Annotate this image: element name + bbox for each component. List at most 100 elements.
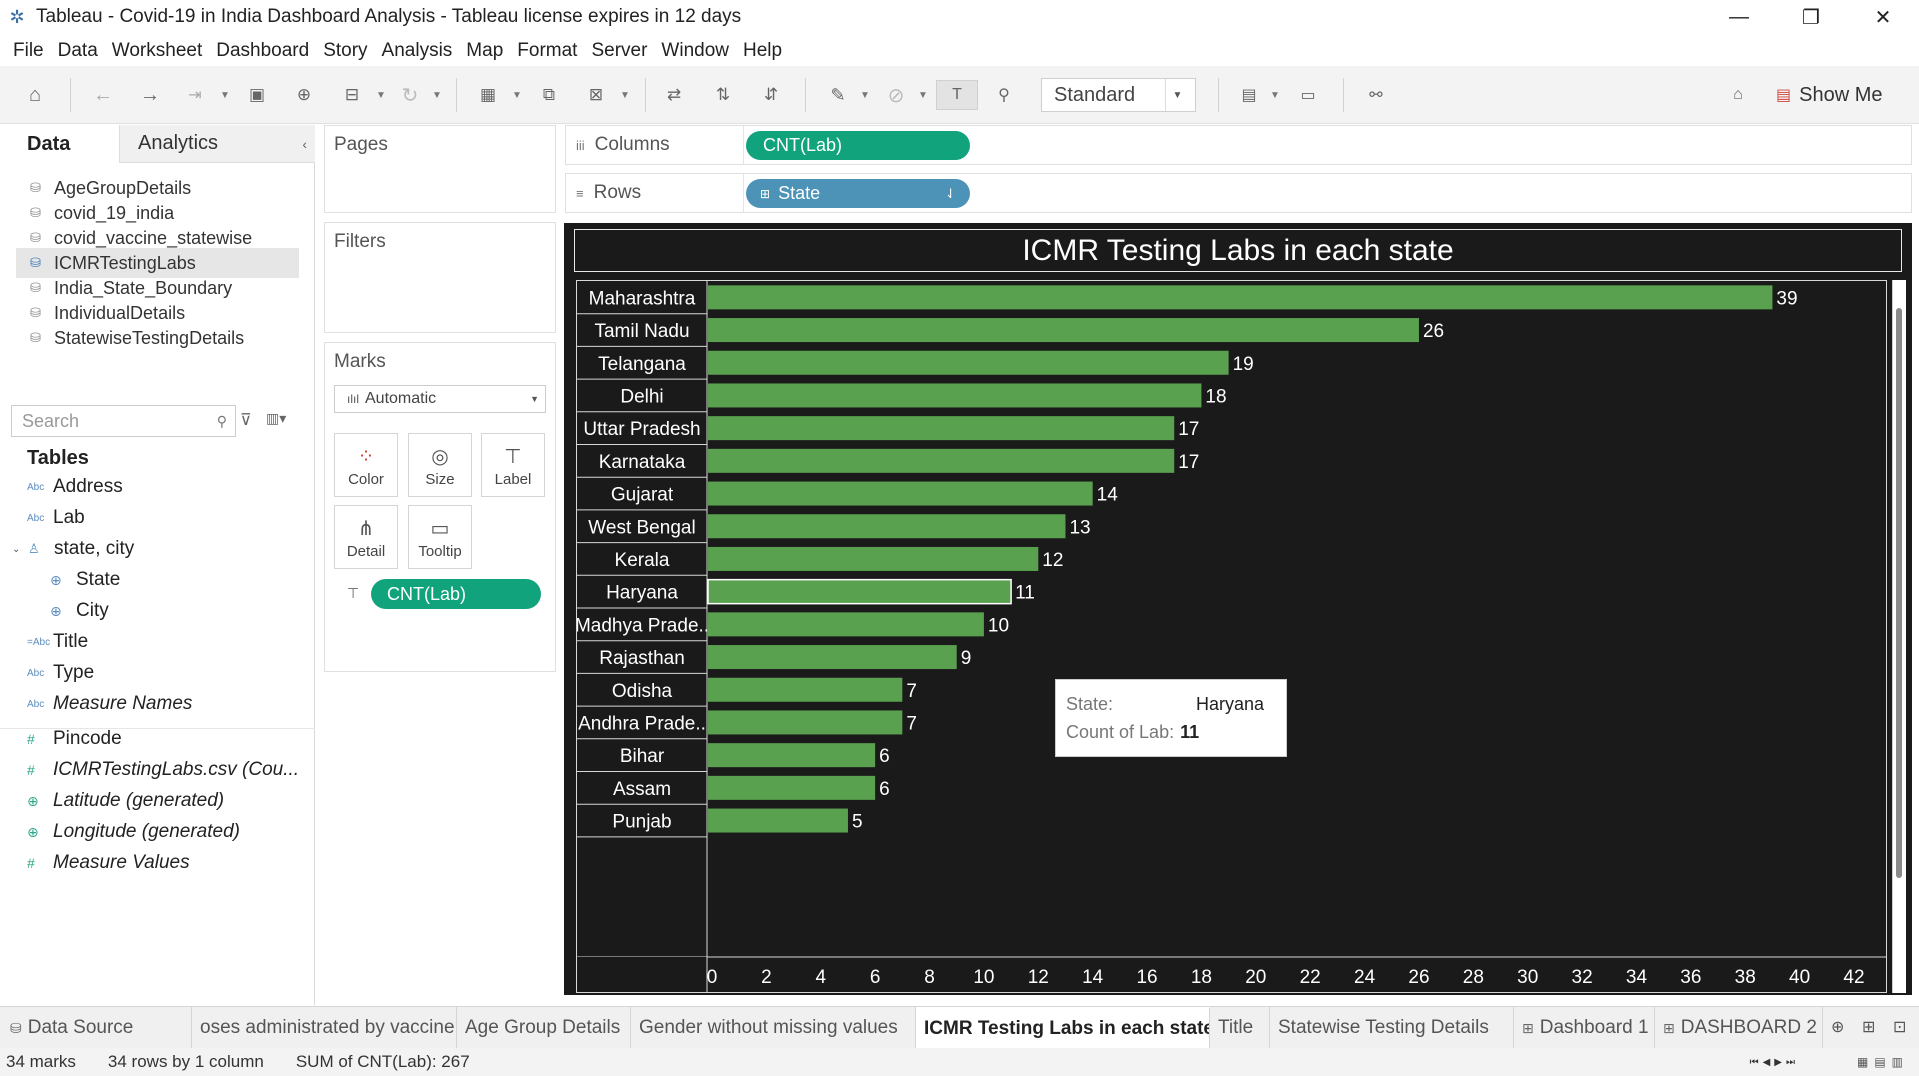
fit-dropdown[interactable]: Standard ▼	[1041, 78, 1196, 112]
bar[interactable]	[708, 808, 848, 833]
size-button[interactable]: ◎ Size	[408, 433, 472, 497]
color-button[interactable]: ⁘ Color	[334, 433, 398, 497]
menu-map[interactable]: Map	[459, 40, 510, 62]
menu-worksheet[interactable]: Worksheet	[105, 40, 209, 62]
refresh-icon[interactable]: ↻	[398, 80, 422, 110]
clear-caret-icon[interactable]: ▼	[620, 90, 630, 101]
tab-sheet[interactable]: Statewise Testing Details	[1270, 1007, 1514, 1049]
detail-button[interactable]: ⋔ Detail	[334, 505, 398, 569]
menu-story[interactable]: Story	[316, 40, 374, 62]
new-worksheet-icon[interactable]: ⊕	[1831, 1017, 1844, 1037]
chevron-down-icon[interactable]: ⌄	[12, 544, 28, 555]
tab-dashboard[interactable]: ⊞ Dashboard 1	[1514, 1007, 1655, 1049]
view-toggle-icon[interactable]: ▦▤▥	[1857, 1055, 1909, 1069]
save-icon[interactable]: ▣	[245, 80, 269, 110]
bar[interactable]	[708, 514, 1066, 539]
tooltip-button[interactable]: ▭ Tooltip	[408, 505, 472, 569]
new-worksheet-caret-icon[interactable]: ▼	[512, 90, 522, 101]
tab-dashboard[interactable]: ⊞ DASHBOARD 2	[1655, 1007, 1823, 1049]
field-title[interactable]: =Abc Title	[27, 628, 88, 656]
group-icon[interactable]: ⊘	[884, 80, 908, 110]
sort-ascending-icon[interactable]: ⇅	[711, 80, 735, 110]
mark-type-dropdown[interactable]: ılıl Automatic ▼	[334, 385, 546, 413]
menu-file[interactable]: File	[6, 40, 51, 62]
tab-data[interactable]: Data	[0, 125, 119, 163]
menu-data[interactable]: Data	[51, 40, 105, 62]
columns-shelf[interactable]: iii Columns CNT(Lab)	[565, 125, 1912, 165]
refresh-caret-icon[interactable]: ▼	[432, 90, 442, 101]
pause-updates-icon[interactable]: ⊟	[340, 80, 364, 110]
bar[interactable]	[708, 775, 876, 800]
share-icon[interactable]: ⚯	[1364, 80, 1388, 110]
tab-sheet[interactable]: oses administrated by vaccine	[192, 1007, 457, 1049]
search-input[interactable]: Search ⚲	[11, 405, 236, 437]
maximize-button[interactable]: ❐	[1775, 0, 1847, 34]
sort-descending-icon[interactable]: ⇵	[759, 80, 783, 110]
tab-sheet[interactable]: Gender without missing values	[631, 1007, 916, 1049]
filters-card[interactable]: Filters	[324, 222, 556, 333]
bar[interactable]	[708, 546, 1039, 571]
duplicate-icon[interactable]: ⧉	[537, 80, 561, 110]
menu-server[interactable]: Server	[584, 40, 654, 62]
field-state-city-hierarchy[interactable]: ⌄ ♙ state, city	[12, 535, 134, 563]
label-button[interactable]: ⊤ Label	[481, 433, 545, 497]
show-cards-icon[interactable]: ▤	[1237, 80, 1261, 110]
minimize-button[interactable]: —	[1703, 0, 1775, 34]
bar[interactable]	[708, 481, 1093, 506]
bar[interactable]	[708, 318, 1419, 343]
rows-shelf[interactable]: ≡ Rows ⊞ State ⇃	[565, 173, 1912, 213]
show-me-button[interactable]: ▤ Show Me	[1776, 80, 1883, 110]
columns-pill[interactable]: CNT(Lab)	[746, 131, 970, 160]
field-measure-names[interactable]: Abc Measure Names	[27, 690, 192, 718]
bar[interactable]	[707, 578, 1012, 605]
field-measure-values[interactable]: # Measure Values	[27, 849, 190, 877]
bar[interactable]	[708, 743, 876, 768]
expand-icon[interactable]: ⊞	[760, 187, 770, 201]
filter-icon[interactable]: ⊽	[240, 410, 252, 430]
menu-window[interactable]: Window	[654, 40, 736, 62]
field-type[interactable]: Abc Type	[27, 659, 94, 687]
menu-analysis[interactable]: Analysis	[375, 40, 460, 62]
bar[interactable]	[708, 350, 1229, 375]
field-pincode[interactable]: # Pincode	[27, 725, 122, 753]
collapse-pane-icon[interactable]: ‹	[302, 136, 307, 152]
bar[interactable]	[708, 416, 1175, 441]
bar[interactable]	[708, 612, 984, 637]
bar[interactable]	[708, 645, 957, 670]
swap-icon[interactable]: ⇄	[662, 80, 686, 110]
field-city[interactable]: ⊕ City	[50, 597, 109, 625]
data-source-item[interactable]: ⛁ StatewiseTestingDetails	[16, 323, 299, 353]
bar[interactable]	[708, 383, 1202, 408]
redo-icon[interactable]: →	[137, 80, 163, 110]
sheet-navigation-icon[interactable]: ⏮◀▶⏭	[1750, 1057, 1799, 1068]
bar[interactable]	[708, 710, 903, 735]
rows-pill[interactable]: ⊞ State ⇃	[746, 179, 970, 208]
undo-icon[interactable]: ←	[90, 80, 116, 110]
replay-icon[interactable]: ⇥	[183, 80, 207, 110]
new-dashboard-icon[interactable]: ⊞	[1862, 1017, 1875, 1037]
group-caret-icon[interactable]: ▼	[918, 90, 928, 101]
tab-sheet[interactable]: Age Group Details	[457, 1007, 631, 1049]
new-story-icon[interactable]: ⊡	[1893, 1017, 1906, 1037]
highlight-caret-icon[interactable]: ▼	[860, 90, 870, 101]
format-painter-icon[interactable]: ⌂	[1726, 80, 1750, 110]
new-data-source-icon[interactable]: ⊕	[292, 80, 316, 110]
show-cards-caret-icon[interactable]: ▼	[1270, 90, 1280, 101]
highlight-icon[interactable]: ✎	[826, 80, 850, 110]
field-record-count[interactable]: # ICMRTestingLabs.csv (Cou...	[27, 756, 299, 784]
view-options-icon[interactable]: ▥▾	[266, 410, 286, 427]
tab-analytics[interactable]: Analytics ‹	[119, 125, 315, 163]
pages-card[interactable]: Pages	[324, 125, 556, 213]
field-longitude[interactable]: ⊕ Longitude (generated)	[27, 818, 240, 846]
home-icon[interactable]: ⌂	[22, 80, 48, 110]
bar[interactable]	[708, 448, 1175, 473]
presentation-mode-icon[interactable]: ▭	[1296, 80, 1320, 110]
tab-sheet-active[interactable]: ICMR Testing Labs in each state	[916, 1007, 1210, 1049]
bar[interactable]	[708, 677, 903, 702]
close-button[interactable]: ✕	[1847, 0, 1919, 34]
pause-caret-icon[interactable]: ▼	[376, 90, 386, 101]
vertical-scrollbar[interactable]	[1892, 280, 1906, 993]
tab-data-source[interactable]: ⛁ Data Source	[0, 1007, 192, 1049]
field-lab[interactable]: Abc Lab	[27, 504, 85, 532]
bar[interactable]	[708, 285, 1773, 310]
